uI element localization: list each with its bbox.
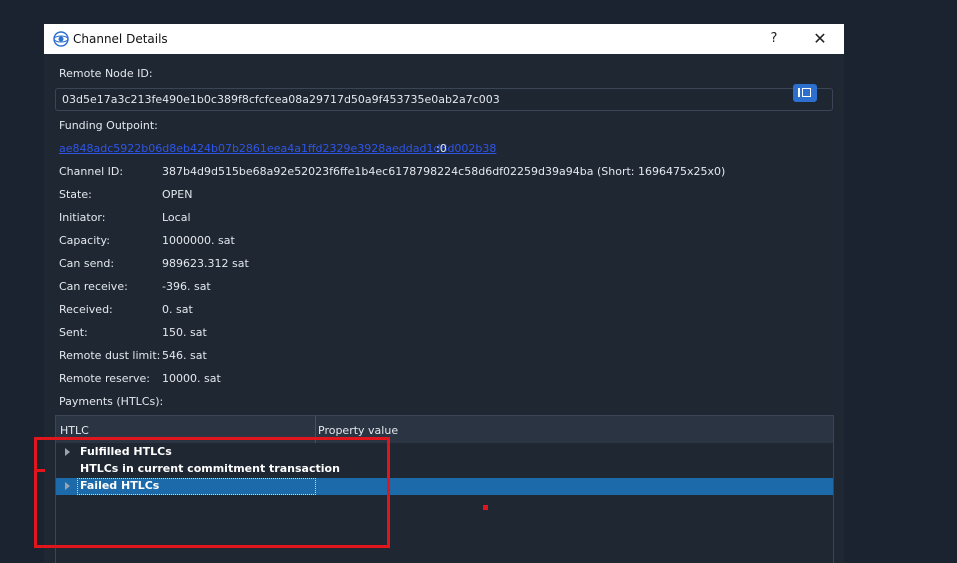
capacity-value: 1000000. sat (162, 234, 235, 247)
column-header-property-value[interactable]: Property value (318, 424, 398, 437)
can-send-value: 989623.312 sat (162, 257, 249, 270)
received-label: Received: (59, 303, 113, 316)
remote-reserve-value: 10000. sat (162, 372, 221, 385)
window-title: Channel Details (73, 32, 168, 46)
funding-outpoint-link[interactable]: ae848adc5922b06d8eb424b07b2861eea4a1ffd2… (59, 142, 496, 155)
annotation-dot (483, 505, 488, 510)
state-label: State: (59, 188, 92, 201)
received-value: 0. sat (162, 303, 193, 316)
initiator-value: Local (162, 211, 191, 224)
can-receive-value: -396. sat (162, 280, 211, 293)
remote-dust-limit-label: Remote dust limit: (59, 349, 161, 362)
initiator-label: Initiator: (59, 211, 106, 224)
can-send-label: Can send: (59, 257, 115, 270)
channel-id-value: 387b4d9d515be68a92e52023f6ffe1b4ec617879… (162, 165, 726, 178)
capacity-label: Capacity: (59, 234, 110, 247)
sent-label: Sent: (59, 326, 88, 339)
app-logo-icon (53, 31, 69, 47)
annotation-tick-mark (36, 469, 45, 472)
funding-outpoint-label: Funding Outpoint: (59, 119, 158, 132)
can-receive-label: Can receive: (59, 280, 128, 293)
remote-reserve-label: Remote reserve: (59, 372, 150, 385)
copy-icon[interactable] (793, 84, 817, 102)
state-value: OPEN (162, 188, 193, 201)
funding-outpoint-txid[interactable]: ae848adc5922b06d8eb424b07b2861eea4a1ffd2… (59, 142, 496, 155)
close-button[interactable]: ✕ (806, 28, 834, 50)
column-header-htlc[interactable]: HTLC (60, 424, 89, 437)
help-button[interactable]: ? (762, 28, 786, 50)
remote-node-id-value[interactable]: 03d5e17a3c213fe490e1b0c389f8cfcfcea08a29… (62, 93, 500, 106)
annotation-highlight-box (34, 437, 390, 548)
remote-node-id-field[interactable]: 03d5e17a3c213fe490e1b0c389f8cfcfcea08a29… (55, 88, 833, 111)
remote-dust-limit-value: 546. sat (162, 349, 207, 362)
funding-outpoint-index: :0 (436, 142, 447, 155)
payments-label: Payments (HTLCs): (59, 395, 164, 408)
channel-id-label: Channel ID: (59, 165, 124, 178)
title-bar: Channel Details ? ✕ (44, 24, 844, 54)
remote-node-label: Remote Node ID: (59, 67, 153, 80)
sent-value: 150. sat (162, 326, 207, 339)
